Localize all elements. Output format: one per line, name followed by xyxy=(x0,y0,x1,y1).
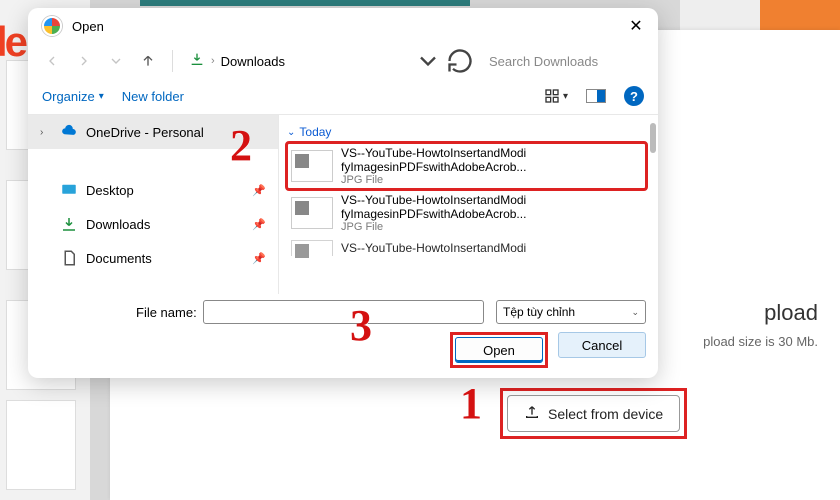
group-header-today[interactable]: ⌄ Today xyxy=(287,125,648,139)
file-thumbnail-icon xyxy=(291,240,333,256)
recent-dropdown-button[interactable] xyxy=(102,47,130,75)
organize-menu[interactable]: Organize ▾ xyxy=(42,89,104,104)
tree-item-documents[interactable]: Documents 📌 xyxy=(28,241,278,275)
navigation-tree: › OneDrive - Personal Desktop 📌 Download… xyxy=(28,114,278,294)
upload-icon xyxy=(524,404,540,423)
title-bar: Open ✕ xyxy=(28,8,658,42)
close-button[interactable]: ✕ xyxy=(626,16,646,36)
file-thumbnail-icon xyxy=(291,197,333,229)
pin-icon: 📌 xyxy=(252,252,266,265)
filename-input[interactable] xyxy=(203,300,484,324)
new-folder-button[interactable]: New folder xyxy=(122,89,184,104)
downloads-path-icon xyxy=(189,51,205,72)
tree-item-desktop[interactable]: Desktop 📌 xyxy=(28,173,278,207)
refresh-button[interactable] xyxy=(446,47,474,75)
search-input[interactable]: Search Downloads xyxy=(478,46,648,76)
annotation-box-step1: Select from device xyxy=(500,388,687,439)
select-from-device-button[interactable]: Select from device xyxy=(507,395,680,432)
filetype-select[interactable]: Tệp tùy chỉnh ⌄ xyxy=(496,300,646,324)
forward-button[interactable] xyxy=(70,47,98,75)
pin-icon: 📌 xyxy=(252,218,266,231)
chevron-right-icon: › xyxy=(40,127,52,138)
filetype-label: Tệp tùy chỉnh xyxy=(503,305,575,319)
chevron-down-icon: ⌄ xyxy=(631,307,639,318)
open-file-dialog: Open ✕ › Downloads Search Downloads Orga… xyxy=(28,8,658,378)
annotation-box-step3: Open xyxy=(450,332,548,368)
organize-label: Organize xyxy=(42,89,95,104)
desktop-icon xyxy=(60,181,78,199)
select-from-device-label: Select from device xyxy=(548,406,663,422)
up-button[interactable] xyxy=(134,47,162,75)
path-chevron-icon: › xyxy=(211,55,215,67)
documents-icon xyxy=(60,249,78,267)
file-name: VS--YouTube-HowtoInsertandModi xyxy=(341,193,526,207)
tree-item-onedrive[interactable]: › OneDrive - Personal xyxy=(28,115,278,149)
pin-icon: 📌 xyxy=(252,184,266,197)
view-options-button[interactable]: ▾ xyxy=(544,88,568,104)
file-row[interactable]: VS--YouTube-HowtoInsertandModi fyImagesi… xyxy=(287,143,646,189)
upload-subtext-fragment: pload size is 30 Mb. xyxy=(703,334,818,349)
open-button[interactable]: Open xyxy=(455,337,543,363)
tree-item-label: Documents xyxy=(86,251,152,266)
dialog-title: Open xyxy=(72,19,626,34)
address-bar-path: Downloads xyxy=(221,54,285,69)
file-row[interactable]: VS--YouTube-HowtoInsertandModi fyImagesi… xyxy=(287,190,646,236)
file-type: JPG File xyxy=(341,174,526,186)
cancel-button[interactable]: Cancel xyxy=(558,332,646,358)
tree-item-label: OneDrive - Personal xyxy=(86,125,204,140)
file-name: VS--YouTube-HowtoInsertandModi xyxy=(341,241,526,255)
file-type: JPG File xyxy=(341,221,526,233)
chevron-down-icon: ⌄ xyxy=(287,127,295,138)
filename-label: File name: xyxy=(136,305,197,320)
onedrive-icon xyxy=(60,123,78,141)
file-thumbnail-icon xyxy=(291,150,333,182)
address-bar[interactable]: › Downloads xyxy=(183,51,410,72)
file-list-pane: ⌄ Today VS--YouTube-HowtoInsertandModi f… xyxy=(278,114,658,294)
chevron-down-icon: ▾ xyxy=(99,91,104,102)
file-row[interactable]: VS--YouTube-HowtoInsertandModi xyxy=(287,237,646,259)
scrollbar[interactable] xyxy=(650,123,656,153)
back-button[interactable] xyxy=(38,47,66,75)
downloads-icon xyxy=(60,215,78,233)
preview-pane-toggle[interactable] xyxy=(586,89,606,103)
help-button[interactable]: ? xyxy=(624,86,644,106)
chrome-icon xyxy=(42,16,62,36)
address-dropdown-button[interactable] xyxy=(414,47,442,75)
tree-item-downloads[interactable]: Downloads 📌 xyxy=(28,207,278,241)
file-name: fyImagesinPDFswithAdobeAcrob... xyxy=(341,207,526,221)
file-name: fyImagesinPDFswithAdobeAcrob... xyxy=(341,160,526,174)
group-label: Today xyxy=(299,125,331,139)
tree-item-label: Desktop xyxy=(86,183,134,198)
file-name: VS--YouTube-HowtoInsertandModi xyxy=(341,146,526,160)
chevron-down-icon: ▾ xyxy=(563,91,568,102)
tree-item-label: Downloads xyxy=(86,217,150,232)
upload-heading-fragment: pload xyxy=(764,300,818,326)
background-logo-fragment: le xyxy=(0,18,25,66)
